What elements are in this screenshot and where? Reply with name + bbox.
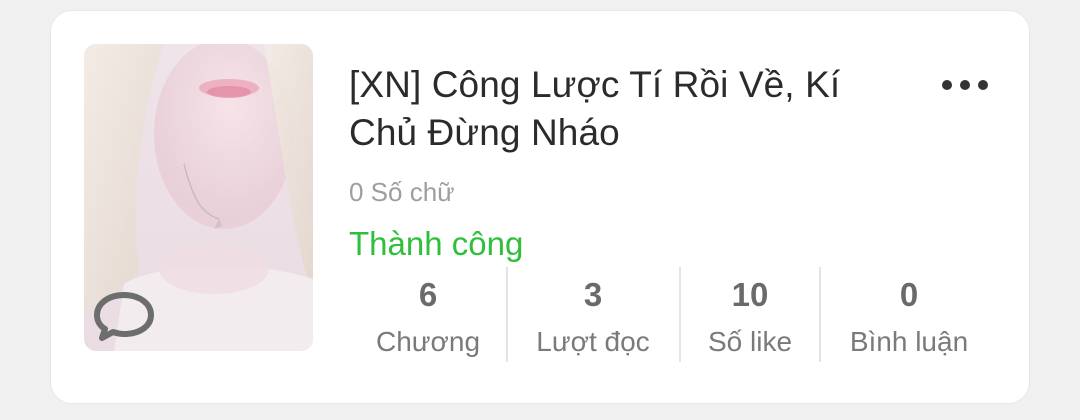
stat-label: Chương [375,326,481,357]
book-cover[interactable] [84,44,313,351]
stat-reads: 3 Lượt đọc [508,267,678,362]
stat-label: Bình luận [849,326,969,357]
status-label: Thành công [349,225,524,262]
stat-label: Lượt đọc [536,326,650,357]
comment-bubble-icon [94,292,154,341]
stat-comments: 0 Bình luận [821,267,997,362]
stat-likes: 10 Số like [681,267,819,362]
stat-value: 0 [899,276,919,313]
book-card[interactable]: [XN] Công Lược Tí Rồi Về, Kí Chủ Đừng Nh… [50,10,1030,404]
stat-value: 6 [418,276,438,313]
stat-chapters: 6 Chương [349,267,507,362]
stat-label: Số like [707,326,793,357]
more-horizontal-icon [942,80,988,90]
stat-value: 3 [583,276,603,313]
book-title[interactable]: [XN] Công Lược Tí Rồi Về, Kí Chủ Đừng Nh… [349,61,909,157]
word-count: 0 Số chữ [349,177,455,207]
stat-value: 10 [731,276,769,313]
more-options-button[interactable] [935,69,995,109]
